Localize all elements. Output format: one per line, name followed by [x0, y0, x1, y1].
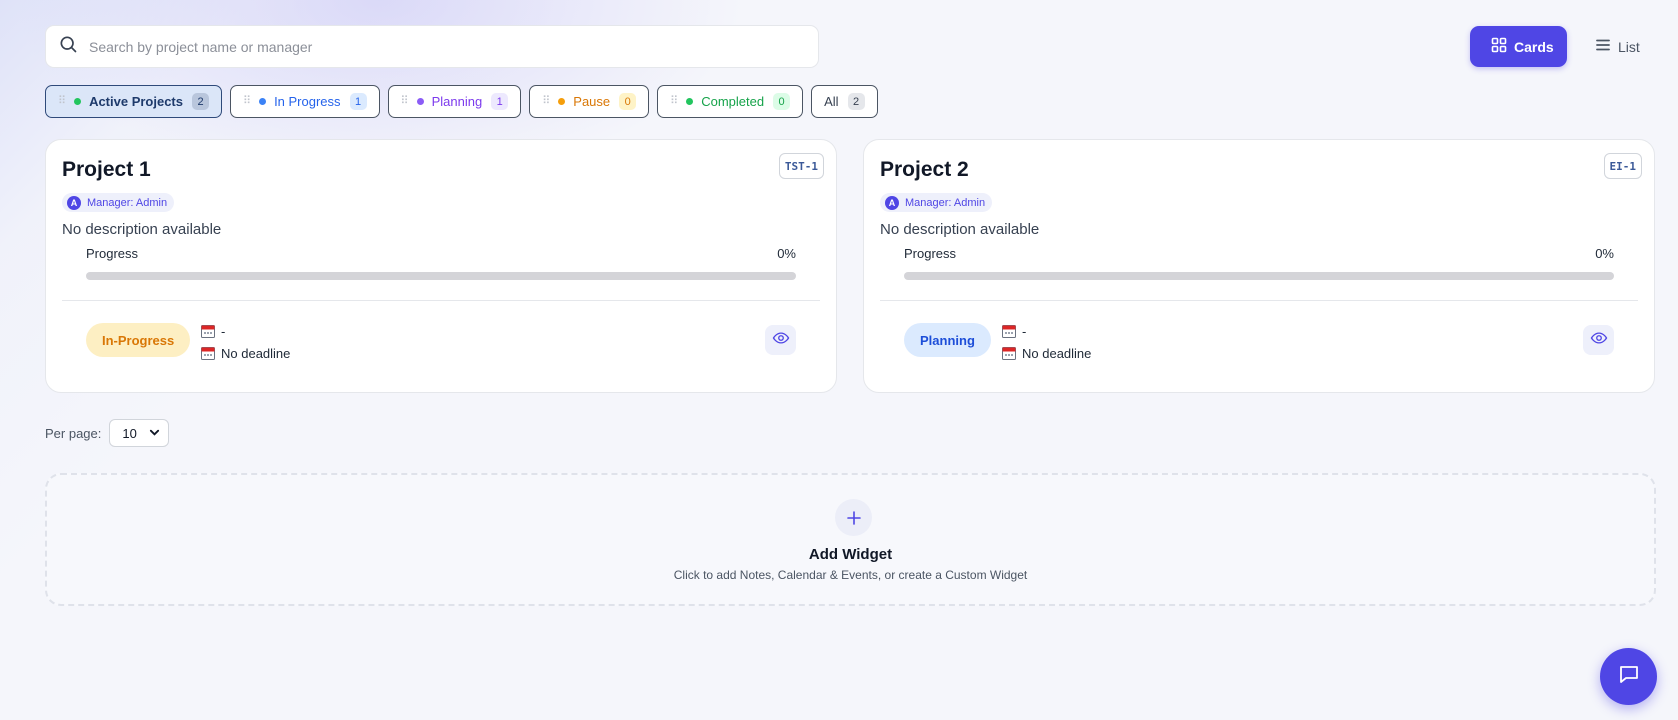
list-icon	[1595, 37, 1611, 56]
filter-tab-label: Completed	[701, 94, 765, 109]
filter-tab-label: Pause	[573, 94, 611, 109]
divider	[62, 300, 820, 301]
filter-tab-label: Active Projects	[89, 94, 183, 109]
status-badge: Planning	[904, 323, 991, 357]
status-dot	[558, 98, 566, 105]
status-dot	[74, 98, 82, 105]
chevron-down-icon	[149, 426, 160, 441]
add-widget-subtitle: Click to add Notes, Calendar & Events, o…	[673, 568, 1028, 582]
chat-button[interactable]	[1600, 648, 1657, 705]
start-date: -	[1022, 323, 1027, 339]
project-description: No description available	[880, 221, 1040, 238]
eye-icon	[1590, 329, 1608, 352]
view-project-button[interactable]	[1583, 325, 1614, 355]
filter-tab-label: All	[824, 94, 839, 109]
progress-bar	[904, 272, 1614, 280]
filter-tab-count: 1	[491, 93, 509, 110]
project-dates: - No deadline	[201, 320, 290, 364]
grid-icon	[1491, 37, 1507, 56]
filter-tab[interactable]: ⠿ Completed 0	[657, 85, 804, 118]
pagination: Per page: 10	[45, 419, 170, 447]
cards-view-button[interactable]: Cards	[1470, 26, 1567, 67]
project-code-badge: TST-1	[778, 153, 824, 179]
per-page-select[interactable]: 10	[109, 419, 170, 447]
search-icon	[58, 34, 78, 59]
project-card[interactable]: Project 1 TST-1 A Manager: Admin No descript…	[45, 139, 837, 393]
drag-handle-icon[interactable]: ⠿	[670, 96, 678, 107]
status-dot	[259, 98, 267, 105]
status-badge: In-Progress	[86, 323, 191, 357]
manager-badge: A Manager: Admin	[62, 193, 175, 212]
drag-handle-icon[interactable]: ⠿	[401, 96, 409, 107]
view-project-button[interactable]	[765, 325, 796, 355]
calendar-icon	[1002, 324, 1016, 338]
filter-tab-count: 0	[619, 93, 637, 110]
project-title[interactable]: Project 2	[880, 158, 969, 182]
manager-badge: A Manager: Admin	[880, 193, 993, 212]
project-description: No description available	[62, 221, 222, 238]
eye-icon	[772, 329, 790, 352]
view-toggle: Cards List	[1470, 26, 1655, 67]
status-dot	[416, 98, 424, 105]
list-view-label: List	[1618, 38, 1640, 55]
progress-value: 0%	[1595, 246, 1614, 261]
deadline: No deadline	[1022, 345, 1092, 361]
calendar-icon	[1002, 346, 1016, 360]
filter-tab-label: Planning	[431, 94, 483, 109]
plus-icon[interactable]	[835, 499, 872, 536]
per-page-label: Per page:	[45, 425, 102, 441]
filter-tab[interactable]: ⠿ In Progress 1	[230, 85, 380, 118]
status-dot	[686, 98, 694, 105]
drag-handle-icon[interactable]: ⠿	[542, 96, 550, 107]
drag-handle-icon[interactable]: ⠿	[243, 96, 251, 107]
filter-tab-count: 1	[349, 93, 367, 110]
cards-view-label: Cards	[1514, 38, 1554, 55]
progress-label: Progress	[904, 246, 957, 261]
filter-tab[interactable]: All 2	[811, 85, 878, 118]
deadline: No deadline	[221, 345, 291, 361]
chat-icon	[1617, 662, 1641, 691]
filter-tab[interactable]: ⠿ Planning 1	[387, 85, 522, 118]
add-widget-panel[interactable]: Add Widget Click to add Notes, Calendar …	[45, 473, 1656, 606]
search-input[interactable]	[89, 38, 769, 55]
manager-label: Manager: Admin	[905, 196, 986, 209]
project-card[interactable]: Project 2 EI-1 A Manager: Admin No descripti…	[863, 139, 1655, 393]
filter-tab-label: In Progress	[274, 94, 341, 109]
filter-tab[interactable]: ⠿ Pause 0	[529, 85, 650, 118]
filter-tab-count: 2	[847, 93, 865, 110]
status-filter-tabs: ⠿ Active Projects 2 ⠿ In Progress 1 ⠿ Planning 1…	[45, 85, 878, 118]
project-title[interactable]: Project 1	[62, 158, 151, 182]
list-view-button[interactable]: List	[1575, 26, 1655, 67]
avatar: A	[885, 195, 899, 210]
filter-tab-count: 0	[773, 93, 791, 110]
filter-tab[interactable]: ⠿ Active Projects 2	[45, 85, 222, 118]
project-dates: - No deadline	[1002, 320, 1091, 364]
add-widget-title: Add Widget	[808, 546, 893, 563]
filter-tab-count: 2	[192, 93, 209, 110]
per-page-value: 10	[122, 425, 137, 441]
avatar: A	[67, 195, 81, 210]
start-date: -	[221, 323, 226, 339]
progress-label: Progress	[86, 246, 139, 261]
progress-bar	[86, 272, 796, 280]
progress-value: 0%	[777, 246, 796, 261]
calendar-icon	[201, 346, 215, 360]
project-code-badge: EI-1	[1603, 153, 1642, 179]
search-bar[interactable]	[45, 25, 819, 68]
manager-label: Manager: Admin	[87, 196, 168, 209]
drag-handle-icon[interactable]: ⠿	[58, 96, 66, 107]
divider	[880, 300, 1638, 301]
calendar-icon	[201, 324, 215, 338]
